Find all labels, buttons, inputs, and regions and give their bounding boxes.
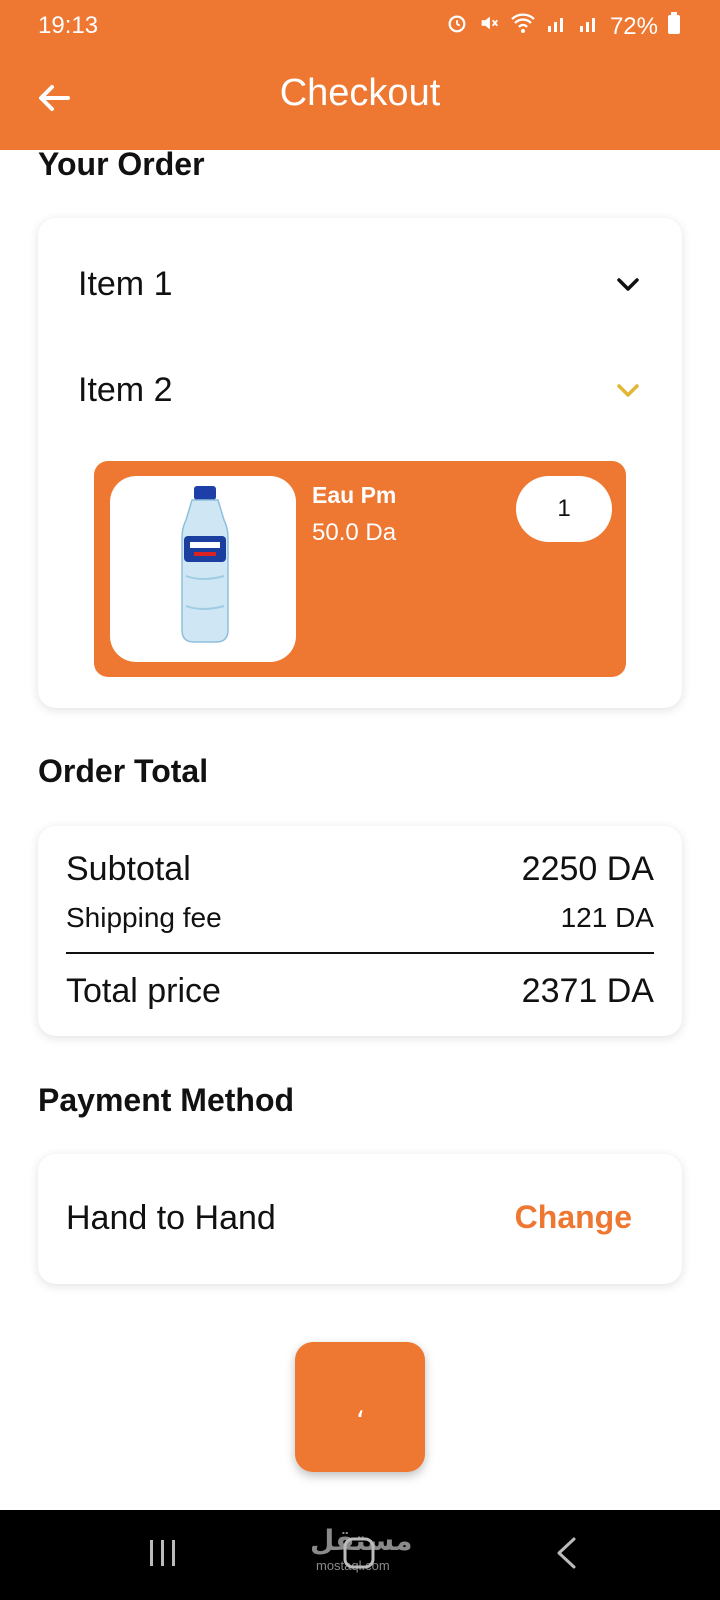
page-title: Checkout: [279, 72, 441, 114]
your-order-title: Your Order: [38, 146, 205, 182]
order-total-title: Order Total: [38, 753, 209, 789]
total-value: 2371 DA: [521, 972, 654, 1010]
signal-icon: [546, 12, 568, 41]
product-price: 50.0 Da: [312, 519, 397, 546]
signal-icon-2: [578, 12, 600, 41]
item-2-label: Item 2: [78, 370, 173, 409]
chevron-down-icon: [617, 278, 639, 291]
item-1-label: Item 1: [78, 264, 173, 303]
confirm-order-button[interactable]: ،: [295, 1342, 425, 1472]
payment-method-label: Hand to Hand: [66, 1199, 276, 1237]
divider: [66, 952, 654, 954]
chevron-down-active-icon: [617, 384, 639, 397]
home-icon[interactable]: [342, 1536, 376, 1570]
battery-percent: 72%: [609, 12, 658, 40]
recent-apps-icon[interactable]: [148, 1538, 178, 1568]
payment-card: Hand to Hand Change: [38, 1154, 682, 1284]
item-1-row[interactable]: Item 1: [78, 254, 642, 314]
product-image: [110, 476, 296, 662]
item-2-row[interactable]: Item 2: [78, 360, 642, 420]
mute-icon: [478, 12, 500, 41]
shipping-row: Shipping fee 121 DA: [66, 902, 654, 934]
back-nav-icon[interactable]: [554, 1536, 578, 1570]
order-card: Item 1 Item 2 Eau Pm 50.0 Da 1: [38, 218, 682, 708]
total-label: Total price: [66, 972, 221, 1010]
battery-icon: [668, 12, 680, 41]
confirm-order-label: ،: [355, 1391, 365, 1423]
order-total-card: Subtotal 2250 DA Shipping fee 121 DA Tot…: [38, 826, 682, 1036]
status-icons: 72%: [446, 12, 680, 41]
shipping-value: 121 DA: [560, 902, 654, 933]
status-time: 19:13: [38, 12, 99, 39]
total-row: Total price 2371 DA: [66, 972, 654, 1011]
shipping-label: Shipping fee: [66, 902, 222, 933]
payment-method-title: Payment Method: [38, 1082, 295, 1118]
subtotal-row: Subtotal 2250 DA: [66, 850, 654, 889]
product-card[interactable]: Eau Pm 50.0 Da 1: [94, 461, 626, 677]
alarm-icon: [446, 12, 468, 41]
product-name: Eau Pm: [312, 482, 397, 508]
subtotal-label: Subtotal: [66, 850, 191, 888]
change-payment-button[interactable]: Change: [515, 1199, 632, 1236]
wifi-icon: [510, 12, 536, 41]
subtotal-value: 2250 DA: [521, 850, 654, 888]
system-nav-bar: مستقل mostaql.com: [0, 1510, 720, 1600]
quantity-field[interactable]: 1: [516, 476, 612, 542]
